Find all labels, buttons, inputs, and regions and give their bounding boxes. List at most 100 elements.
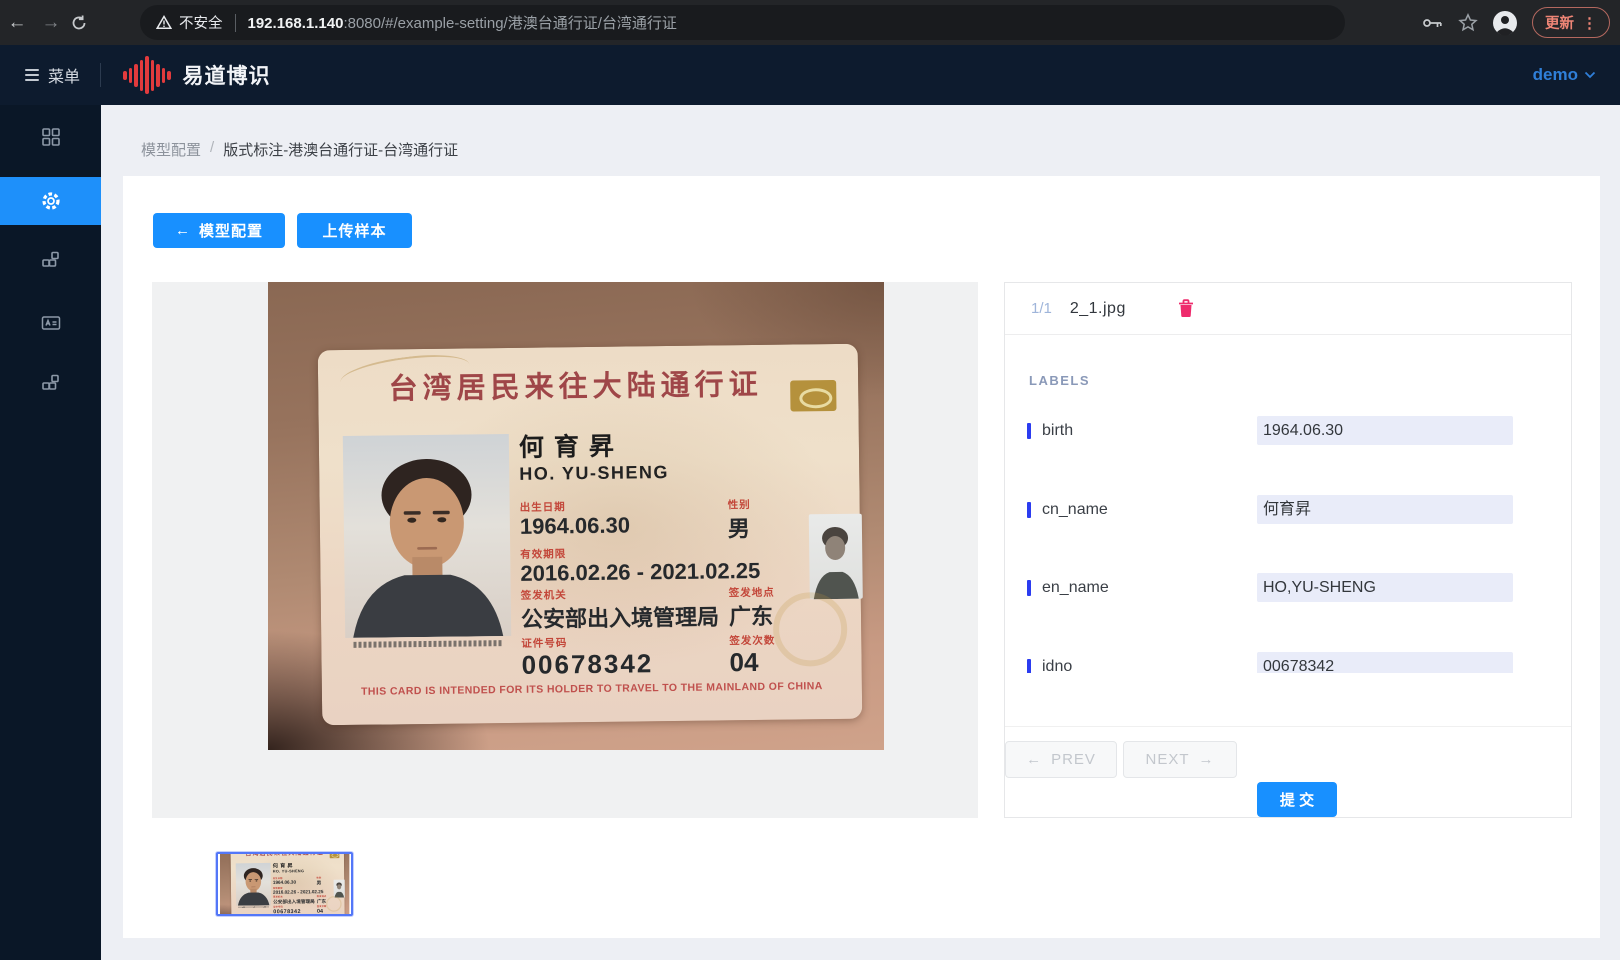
sidebar-item-tasks[interactable] xyxy=(0,358,101,406)
prev-image-button[interactable]: ← PREV xyxy=(1005,741,1117,778)
sample-photo: 台湾居民来往大陆通行证 何育昇 xyxy=(220,852,349,916)
field-value-input[interactable]: HO,YU-SHENG xyxy=(1257,573,1513,602)
sidebar-item-recognition[interactable] xyxy=(0,299,101,347)
labels-heading: LABELS xyxy=(1029,373,1090,388)
breadcrumb-section[interactable]: 模型配置 xyxy=(141,139,201,160)
sidebar-item-modules[interactable] xyxy=(0,235,101,283)
update-label: 更新 xyxy=(1545,12,1574,33)
field-marker-bar xyxy=(1027,659,1031,674)
brand-logo-icon xyxy=(123,55,171,95)
card-idno-value: 00678342 xyxy=(273,908,301,915)
more-menu-icon[interactable]: ⋮ xyxy=(1582,14,1597,32)
card-count-value: 04 xyxy=(317,908,323,915)
field-row-idno: idno 00678342 xyxy=(1005,652,1571,673)
portrait-caption-strip xyxy=(353,640,503,648)
field-value-input[interactable]: 00678342 xyxy=(1257,652,1513,673)
omnibox-divider xyxy=(235,14,236,32)
field-marker-bar xyxy=(1027,502,1031,518)
card-seal-icon xyxy=(326,896,342,912)
thumbnail-scene-slot: 台湾居民来往大陆通行证 何育昇 xyxy=(220,852,349,916)
browser-back-icon[interactable]: ← xyxy=(0,12,34,34)
user-menu[interactable]: demo xyxy=(1533,65,1596,85)
card-place-value: 广东 xyxy=(729,599,773,632)
main-container: ← 模型配置 上传样本 台湾居民来往大陆通行证 xyxy=(123,176,1600,938)
sample-photo: 台湾居民来往大陆通行证 何育昇 xyxy=(268,282,884,750)
breadcrumb-current: 版式标注-港澳台通行证-台湾通行证 xyxy=(223,139,458,160)
grid-icon xyxy=(41,127,61,147)
page-url: 192.168.1.140:8080/#/example-setting/港澳台… xyxy=(248,12,677,33)
user-menu-label: demo xyxy=(1533,65,1578,85)
field-name: cn_name xyxy=(1027,495,1108,524)
card-birth-value: 1964.06.30 xyxy=(273,879,296,885)
chrome-update-button[interactable]: 更新 ⋮ xyxy=(1532,7,1610,38)
sidebar-item-dashboard[interactable] xyxy=(0,113,101,161)
card-count-label: 签发次数 xyxy=(729,633,775,649)
browser-reload-icon[interactable] xyxy=(70,14,104,32)
card-idno-value: 00678342 xyxy=(521,648,653,681)
card-ghost-photo xyxy=(334,880,345,898)
card-ghost-photo xyxy=(809,514,863,600)
card-emblem-icon xyxy=(790,380,836,412)
profile-avatar-icon[interactable] xyxy=(1492,10,1518,36)
security-indicator[interactable]: 不安全 xyxy=(156,12,223,33)
address-bar[interactable]: 不安全 192.168.1.140:8080/#/example-setting… xyxy=(140,5,1345,40)
breadcrumb: 模型配置 / 版式标注-港澳台通行证-台湾通行证 xyxy=(141,139,458,160)
hamburger-icon xyxy=(25,66,39,84)
brand-name: 易道博识 xyxy=(183,60,271,90)
card-gender-value: 男 xyxy=(317,879,322,886)
gear-icon xyxy=(40,190,62,212)
sidebar-item-model-config[interactable] xyxy=(0,177,101,225)
url-host: 192.168.1.140 xyxy=(248,15,344,32)
card-birth-value: 1964.06.30 xyxy=(520,513,630,540)
field-row-cn-name: cn_name 何育昇 xyxy=(1005,495,1571,524)
field-value-input[interactable]: 何育昇 xyxy=(1257,495,1513,524)
field-name: en_name xyxy=(1027,573,1109,602)
field-value-input[interactable]: 1964.06.30 xyxy=(1257,416,1513,445)
card-footer-text: THIS CARD IS INTENDED FOR ITS HOLDER TO … xyxy=(231,915,344,916)
browser-toolbar: ← → 不安全 192.168.1.140:8080/#/example-set… xyxy=(0,0,1620,45)
card-portrait-photo xyxy=(343,434,511,638)
upload-button-label: 上传样本 xyxy=(322,220,386,241)
password-key-icon[interactable] xyxy=(1422,16,1444,30)
blocks-icon xyxy=(41,372,61,392)
fields-scroll-area[interactable]: LABELS birth 1964.06.30 cn_name 何育昇 en_n… xyxy=(1005,335,1571,673)
image-pager: 1/1 xyxy=(1031,300,1052,317)
header-divider xyxy=(100,63,101,87)
field-row-en-name: en_name HO,YU-SHENG xyxy=(1005,573,1571,602)
card-cn-name: 何育昇 xyxy=(519,427,624,464)
labels-panel: 1/1 2_1.jpg LABELS birth 1964.06.30 cn_n… xyxy=(1004,282,1572,818)
trash-icon xyxy=(1178,299,1194,318)
warning-icon xyxy=(156,15,172,30)
submit-button[interactable]: 提 交 xyxy=(1257,782,1337,817)
card-en-name: HO. YU-SHENG xyxy=(273,869,304,874)
card-gender-label: 性别 xyxy=(728,497,751,512)
menu-label: 菜单 xyxy=(48,63,80,87)
card-title: 台湾居民来往大陆通行证 xyxy=(363,361,788,408)
next-button-label: NEXT xyxy=(1145,751,1189,768)
card-en-name: HO. YU-SHENG xyxy=(519,462,669,485)
browser-forward-icon[interactable]: → xyxy=(34,12,68,34)
url-path: :8080/#/example-setting/港澳台通行证/台湾通行证 xyxy=(343,15,676,32)
back-to-config-button[interactable]: ← 模型配置 xyxy=(153,213,285,248)
bookmark-star-icon[interactable] xyxy=(1458,13,1478,33)
next-arrow-icon: → xyxy=(1199,751,1215,768)
back-button-label: 模型配置 xyxy=(199,220,263,241)
delete-image-button[interactable] xyxy=(1178,299,1194,318)
field-row-birth: birth 1964.06.30 xyxy=(1005,416,1571,445)
card-footer-text: THIS CARD IS INTENDED FOR ITS HOLDER TO … xyxy=(322,680,862,699)
breadcrumb-separator: / xyxy=(210,139,214,160)
field-marker-bar xyxy=(1027,580,1031,596)
image-filename: 2_1.jpg xyxy=(1070,300,1126,318)
upload-sample-button[interactable]: 上传样本 xyxy=(297,213,412,248)
back-arrow-icon: ← xyxy=(175,222,191,239)
travel-permit-card: 台湾居民来往大陆通行证 何育昇 xyxy=(318,344,863,726)
card-title: 台湾居民来往大陆通行证 xyxy=(240,852,329,857)
card-emblem-icon xyxy=(330,852,340,858)
travel-permit-card: 台湾居民来往大陆通行证 何育昇 xyxy=(230,852,344,916)
thumbnail-item[interactable]: 台湾居民来往大陆通行证 何育昇 xyxy=(216,852,353,916)
card-portrait-photo xyxy=(236,863,271,906)
next-image-button[interactable]: NEXT → xyxy=(1123,741,1237,778)
image-viewer: 台湾居民来往大陆通行证 何育昇 xyxy=(152,282,978,818)
menu-toggle[interactable]: 菜单 xyxy=(25,63,80,87)
portrait-caption-strip xyxy=(238,906,270,908)
